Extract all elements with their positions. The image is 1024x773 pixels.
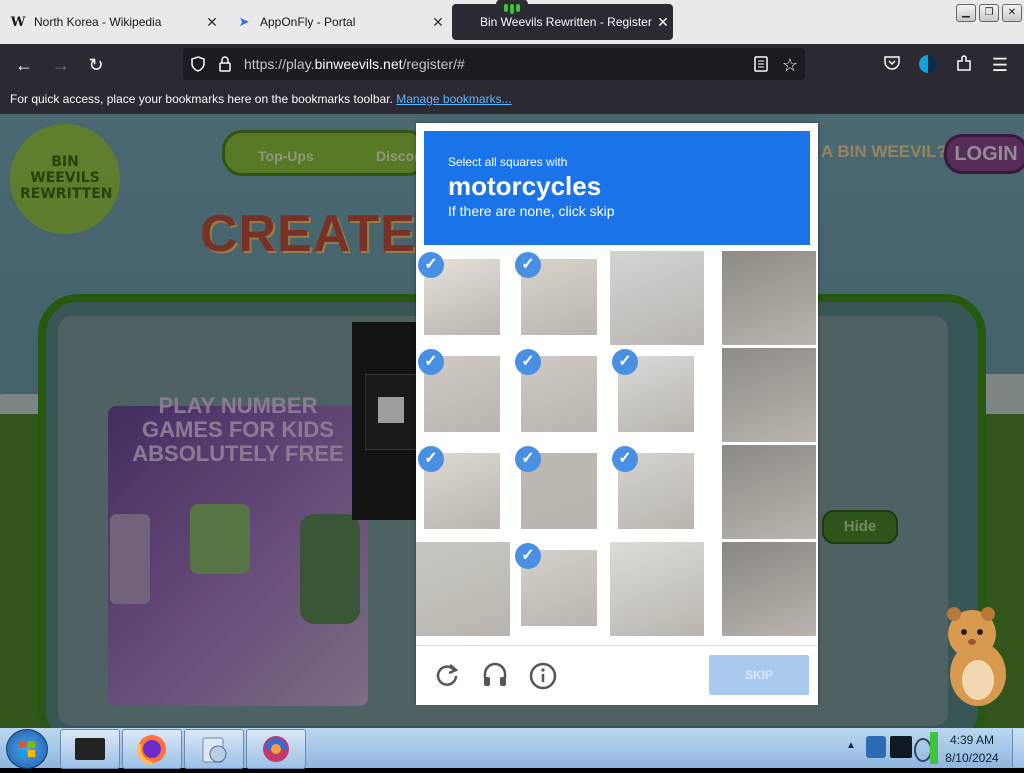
binweevils-icon bbox=[462, 14, 472, 30]
bookmark-star-icon[interactable]: ☆ bbox=[777, 52, 803, 78]
start-button[interactable] bbox=[6, 729, 48, 769]
url-path: /register/# bbox=[402, 56, 465, 72]
captcha-tile[interactable] bbox=[416, 542, 510, 636]
captcha-tile[interactable] bbox=[722, 251, 816, 345]
reader-view-icon[interactable] bbox=[753, 55, 769, 73]
checkmark-icon: ✓ bbox=[612, 446, 638, 472]
url-prefix: https://play. bbox=[244, 56, 315, 72]
clock-date: 8/10/2024 bbox=[945, 751, 999, 765]
checkmark-icon: ✓ bbox=[515, 446, 541, 472]
skip-button[interactable]: SKIP bbox=[709, 655, 809, 695]
show-desktop-button[interactable] bbox=[1012, 729, 1024, 767]
captcha-tile[interactable] bbox=[722, 348, 816, 442]
firefox-icon bbox=[137, 735, 166, 765]
tile-image bbox=[722, 251, 816, 345]
tile-image bbox=[722, 348, 816, 442]
windows-logo-icon bbox=[19, 741, 35, 757]
media-player-icon bbox=[202, 737, 227, 763]
url-domain: binweevils.net bbox=[314, 56, 403, 72]
captcha-target: motorcycles bbox=[448, 171, 602, 201]
checkmark-icon: ✓ bbox=[515, 252, 541, 278]
display-tray-icon[interactable] bbox=[890, 736, 912, 758]
terminal-icon bbox=[75, 738, 105, 760]
show-hidden-icons[interactable]: ▲ bbox=[846, 740, 856, 751]
dark-reader-icon[interactable] bbox=[918, 54, 938, 74]
captcha-hint: If there are none, click skip bbox=[448, 203, 615, 219]
forward-icon[interactable]: → bbox=[48, 52, 74, 78]
manage-bookmarks-link[interactable]: Manage bookmarks... bbox=[396, 92, 511, 106]
battery-indicator bbox=[930, 732, 938, 764]
restore-button[interactable]: ❐ bbox=[979, 4, 999, 22]
tile-image bbox=[610, 251, 704, 345]
captcha-grid: ✓ ✓ ✓ ✓ ✓ ✓ ✓ ✓ ✓ bbox=[416, 251, 818, 639]
checkmark-icon: ✓ bbox=[418, 446, 444, 472]
network-tray-icon[interactable] bbox=[866, 736, 886, 758]
weevil-logo-icon bbox=[496, 0, 528, 14]
captcha-header: Select all squares with motorcycles If t… bbox=[424, 131, 810, 245]
taskbar-media-player[interactable] bbox=[184, 729, 244, 769]
checkmark-icon: ✓ bbox=[515, 543, 541, 569]
bookmarks-message: For quick access, place your bookmarks h… bbox=[10, 92, 393, 106]
back-icon[interactable]: ← bbox=[11, 52, 37, 78]
taskbar-firefox[interactable] bbox=[122, 729, 182, 769]
taskbar-terminal[interactable] bbox=[60, 729, 120, 769]
close-window-button[interactable]: ✕ bbox=[1002, 4, 1022, 22]
tab-wikipedia[interactable]: W North Korea - Wikipedia ✕ bbox=[0, 4, 222, 40]
audio-challenge-icon[interactable] bbox=[481, 662, 509, 688]
clock[interactable]: 4:39 AM 8/10/2024 bbox=[940, 729, 1004, 769]
checkmark-icon: ✓ bbox=[612, 349, 638, 375]
close-tab-icon[interactable]: ✕ bbox=[653, 14, 673, 31]
checkmark-icon: ✓ bbox=[418, 349, 444, 375]
info-icon[interactable] bbox=[529, 662, 557, 690]
reload-challenge-icon[interactable] bbox=[434, 662, 460, 688]
close-tab-icon[interactable]: ✕ bbox=[202, 14, 222, 31]
clock-time: 4:39 AM bbox=[949, 733, 995, 747]
close-tab-icon[interactable]: ✕ bbox=[428, 14, 448, 31]
extensions-icon[interactable] bbox=[955, 55, 973, 73]
send-arrow-icon: ➤ bbox=[238, 14, 250, 29]
tab-apponfly[interactable]: ➤ AppOnFly - Portal ✕ bbox=[226, 4, 448, 40]
minimize-button[interactable]: ▁ bbox=[956, 4, 976, 22]
tab-binweevils-register[interactable]: Bin Weevils Rewritten - Register ✕ bbox=[452, 4, 673, 40]
url-text[interactable]: https://play.binweevils.net/register/# bbox=[244, 56, 465, 72]
lock-icon[interactable] bbox=[217, 55, 233, 73]
menu-icon[interactable]: ☰ bbox=[987, 52, 1013, 78]
checkmark-icon: ✓ bbox=[515, 349, 541, 375]
tab-title: AppOnFly - Portal bbox=[260, 15, 356, 29]
captcha-tile[interactable] bbox=[722, 445, 816, 539]
wikipedia-icon: W bbox=[10, 14, 26, 30]
captcha-tile[interactable] bbox=[610, 542, 704, 636]
pocket-icon[interactable] bbox=[883, 55, 901, 71]
tile-image bbox=[416, 542, 510, 636]
swirl-app-icon bbox=[263, 736, 289, 762]
captcha-tile[interactable] bbox=[610, 251, 704, 345]
tab-title: North Korea - Wikipedia bbox=[34, 15, 162, 29]
checkmark-icon: ✓ bbox=[418, 252, 444, 278]
captcha-prompt: Select all squares with bbox=[448, 155, 568, 169]
shield-icon[interactable] bbox=[190, 56, 206, 72]
tile-image bbox=[722, 445, 816, 539]
bookmarks-toolbar: For quick access, place your bookmarks h… bbox=[0, 86, 1024, 114]
hamster-mascot bbox=[947, 607, 1006, 706]
tile-image bbox=[610, 542, 704, 636]
taskbar-app[interactable] bbox=[246, 729, 306, 769]
tile-image bbox=[722, 542, 816, 636]
reload-icon[interactable]: ↻ bbox=[83, 52, 109, 78]
captcha-tile[interactable] bbox=[722, 542, 816, 636]
